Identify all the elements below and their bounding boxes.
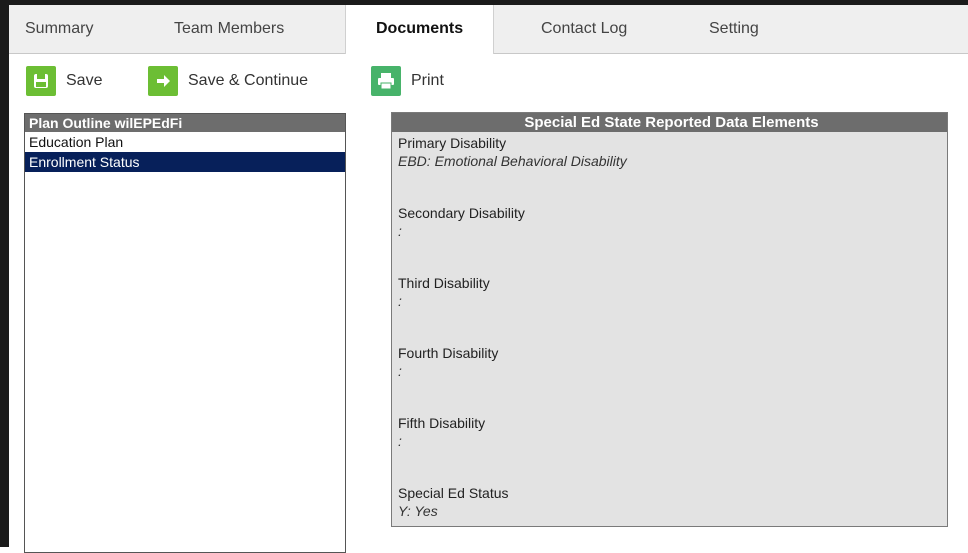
tab-bar: Summary Team Members Documents Contact L… (9, 5, 968, 54)
save-icon (26, 66, 56, 96)
tab-summary[interactable]: Summary (25, 5, 93, 53)
field-value: : (398, 433, 402, 449)
field-value: : (398, 223, 402, 239)
field-third-disability: Third Disability : (398, 274, 490, 310)
field-label: Special Ed Status (398, 485, 509, 501)
field-value: EBD: Emotional Behavioral Disability (398, 153, 627, 169)
plan-outline-panel: Plan Outline wilEPEdFi Education Plan En… (24, 113, 346, 553)
field-secondary-disability: Secondary Disability : (398, 204, 525, 240)
field-label: Secondary Disability (398, 205, 525, 221)
arrow-right-icon (148, 66, 178, 96)
data-elements-panel: Special Ed State Reported Data Elements … (391, 112, 948, 527)
tab-documents[interactable]: Documents (345, 5, 495, 54)
field-label: Fourth Disability (398, 345, 499, 361)
outline-item-education-plan[interactable]: Education Plan (25, 132, 345, 152)
field-label: Fifth Disability (398, 415, 486, 431)
field-special-ed-status: Special Ed Status Y: Yes (398, 484, 509, 520)
field-value: : (398, 363, 402, 379)
data-elements-header: Special Ed State Reported Data Elements (392, 113, 947, 132)
tab-contact-log[interactable]: Contact Log (541, 5, 627, 53)
field-fifth-disability: Fifth Disability : (398, 414, 485, 450)
save-label: Save (66, 72, 103, 89)
plan-outline-header: Plan Outline wilEPEdFi (25, 114, 345, 132)
field-value: Y: Yes (398, 503, 438, 519)
field-value: : (398, 293, 402, 309)
save-continue-button[interactable]: Save & Continue (148, 64, 308, 98)
print-label: Print (411, 72, 444, 89)
save-button[interactable]: Save (26, 64, 102, 98)
tab-setting[interactable]: Setting (709, 5, 759, 53)
field-label: Third Disability (398, 275, 490, 291)
field-fourth-disability: Fourth Disability : (398, 344, 498, 380)
field-primary-disability: Primary Disability EBD: Emotional Behavi… (398, 134, 627, 170)
print-button[interactable]: Print (371, 64, 444, 98)
tab-team-members[interactable]: Team Members (174, 5, 284, 53)
save-continue-label: Save & Continue (188, 72, 309, 89)
outline-item-enrollment-status[interactable]: Enrollment Status (25, 152, 345, 172)
printer-icon (371, 66, 401, 96)
field-label: Primary Disability (398, 135, 507, 151)
